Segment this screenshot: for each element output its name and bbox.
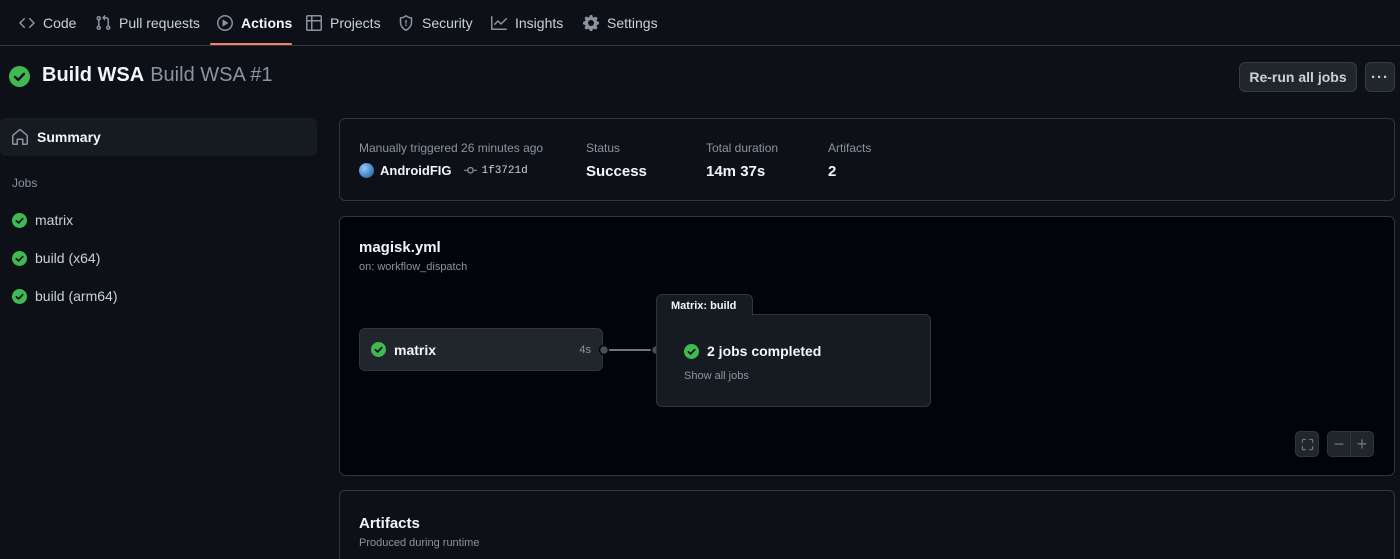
sidebar-job-build-arm64[interactable]: build (arm64) bbox=[0, 279, 317, 313]
avatar bbox=[359, 163, 374, 178]
play-icon bbox=[217, 15, 233, 31]
matrix-title: Matrix: build bbox=[656, 294, 753, 316]
sidebar-job-matrix[interactable]: matrix bbox=[0, 203, 317, 237]
tab-label: Settings bbox=[607, 15, 658, 31]
shield-icon bbox=[399, 15, 413, 31]
status-label: Status bbox=[586, 141, 621, 155]
artifacts-count[interactable]: 2 bbox=[828, 163, 836, 180]
tab-label: Actions bbox=[241, 15, 293, 31]
rerun-all-jobs-button[interactable]: Re-run all jobs bbox=[1239, 62, 1357, 92]
check-circle-fill-icon bbox=[9, 66, 30, 87]
graph-icon bbox=[491, 16, 507, 30]
jobs-heading: Jobs bbox=[12, 176, 38, 190]
tab-code[interactable]: Code bbox=[19, 0, 76, 46]
workflow-trigger: on: workflow_dispatch bbox=[359, 261, 468, 273]
more-actions-button[interactable]: ··· bbox=[1365, 62, 1395, 92]
status-value: Success bbox=[586, 163, 647, 180]
job-node-duration: 4s bbox=[579, 343, 591, 356]
matrix-status: 2 jobs completed bbox=[684, 343, 821, 359]
check-circle-fill-icon bbox=[684, 343, 699, 359]
check-circle-fill-icon bbox=[12, 212, 27, 228]
job-label: matrix bbox=[35, 212, 74, 228]
commit-sha: 1f3721d bbox=[481, 164, 528, 177]
job-label: build (arm64) bbox=[35, 288, 118, 304]
zoom-out-button[interactable]: − bbox=[1327, 431, 1351, 457]
run-name: Build WSA #1 bbox=[150, 64, 273, 86]
artifacts-panel: Artifacts Produced during runtime bbox=[339, 490, 1395, 559]
git-commit-icon bbox=[463, 167, 477, 174]
tab-settings[interactable]: Settings bbox=[583, 0, 658, 46]
gear-icon bbox=[583, 15, 599, 31]
tab-label: Projects bbox=[330, 15, 381, 31]
sidebar-item-summary[interactable]: Summary bbox=[0, 118, 317, 156]
graph-connector bbox=[598, 344, 662, 356]
job-node-name: matrix bbox=[394, 341, 437, 358]
tab-insights[interactable]: Insights bbox=[491, 0, 563, 46]
graph-job-node-matrix[interactable]: matrix 4s bbox=[359, 328, 603, 371]
check-circle-fill-icon bbox=[371, 342, 386, 357]
artifacts-label: Artifacts bbox=[828, 141, 872, 155]
artifacts-subtitle: Produced during runtime bbox=[359, 537, 480, 549]
page-title: Build WSA Build WSA #1 bbox=[42, 64, 273, 87]
duration-label: Total duration bbox=[706, 141, 779, 155]
tab-security[interactable]: Security bbox=[398, 0, 473, 46]
tab-label: Code bbox=[43, 15, 77, 31]
tab-label: Insights bbox=[515, 15, 564, 31]
git-pull-request-icon bbox=[96, 15, 111, 30]
sidebar-item-label: Summary bbox=[37, 129, 101, 145]
workflow-graph-panel: magisk.yml on: workflow_dispatch matrix … bbox=[339, 216, 1395, 476]
fullscreen-button[interactable] bbox=[1295, 431, 1319, 457]
commit-info[interactable]: 1f3721d bbox=[463, 164, 528, 177]
workflow-name: Build WSA bbox=[42, 64, 145, 86]
tab-label: Security bbox=[422, 15, 473, 31]
actor-info: AndroidFIG 1f3721d bbox=[359, 163, 528, 178]
tab-actions[interactable]: Actions bbox=[217, 0, 292, 46]
workflow-file-name[interactable]: magisk.yml bbox=[359, 239, 441, 256]
run-summary-panel: Manually triggered 26 minutes ago Androi… bbox=[339, 118, 1395, 201]
check-circle-fill-icon bbox=[12, 250, 27, 266]
table-icon bbox=[306, 15, 322, 31]
check-circle-fill-icon bbox=[12, 288, 27, 304]
show-all-jobs-link[interactable]: Show all jobs bbox=[684, 370, 749, 382]
matrix-status-text: 2 jobs completed bbox=[707, 343, 822, 359]
tab-projects[interactable]: Projects bbox=[306, 0, 381, 46]
artifacts-title: Artifacts bbox=[359, 515, 420, 532]
code-icon bbox=[19, 17, 35, 29]
tab-label: Pull requests bbox=[119, 15, 200, 31]
job-label: build (x64) bbox=[35, 250, 101, 266]
screen-full-icon bbox=[1301, 438, 1313, 450]
trigger-text: Manually triggered 26 minutes ago bbox=[359, 141, 544, 155]
active-tab-indicator bbox=[210, 43, 292, 45]
actor-link[interactable]: AndroidFIG bbox=[380, 163, 452, 178]
duration-value: 14m 37s bbox=[706, 163, 766, 180]
home-icon bbox=[12, 129, 28, 145]
tab-pull-requests[interactable]: Pull requests bbox=[95, 0, 200, 46]
repo-nav: Code Pull requests Actions Projects Secu… bbox=[0, 0, 1400, 46]
matrix-group[interactable]: 2 jobs completed Show all jobs bbox=[656, 314, 931, 407]
zoom-in-button[interactable]: + bbox=[1350, 431, 1374, 457]
sidebar-job-build-x64[interactable]: build (x64) bbox=[0, 241, 317, 275]
